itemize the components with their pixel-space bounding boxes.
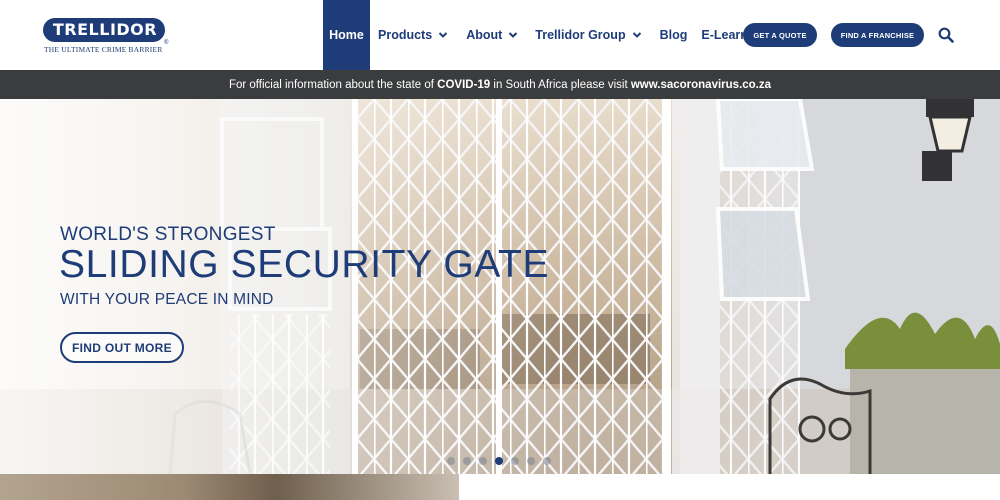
potted-plant [845, 312, 1000, 474]
hero-slider: WORLD'S STRONGEST SLIDING SECURITY GATE … [0, 99, 1000, 474]
slider-dot[interactable] [463, 457, 471, 465]
covid-info-link[interactable]: www.sacoronavirus.co.za [631, 79, 771, 91]
slider-dot[interactable] [511, 457, 519, 465]
slider-dot[interactable] [495, 457, 503, 465]
site-header: TRELLIDOR ® THE ULTIMATE CRIME BARRIER H… [0, 0, 1000, 70]
main-nav: Home Products About Trellidor Group Blog… [323, 0, 767, 70]
find-a-franchise-button[interactable]: FIND A FRANCHISE [831, 23, 924, 47]
nav-item-label: Home [329, 28, 364, 42]
chevron-down-icon [509, 32, 518, 38]
nav-item-home[interactable]: Home [323, 0, 370, 70]
slider-dot[interactable] [447, 457, 455, 465]
slider-dot[interactable] [479, 457, 487, 465]
nav-item-blog[interactable]: Blog [660, 0, 688, 70]
chevron-down-icon [438, 32, 448, 38]
nav-item-products[interactable]: Products [378, 0, 448, 70]
hero-subtitle: WITH YOUR PEACE IN MIND [60, 291, 274, 308]
logo-wordmark: TRELLIDOR [52, 20, 158, 39]
search-icon[interactable] [938, 27, 954, 43]
hero-title: SLIDING SECURITY GATE [59, 243, 550, 286]
covid-notice-prefix: For official information about the state… [228, 78, 438, 91]
nav-item-trellidor-group[interactable]: Trellidor Group [535, 0, 641, 70]
logo-tagline: THE ULTIMATE CRIME BARRIER [44, 45, 163, 54]
nav-item-label: Blog [659, 28, 688, 42]
find-out-more-button[interactable]: FIND OUT MORE [60, 332, 184, 363]
nav-item-label: Products [378, 28, 433, 42]
slider-pagination [447, 457, 551, 465]
get-a-quote-button[interactable]: GET A QUOTE [743, 23, 817, 47]
feature-image-tile [0, 474, 459, 500]
nav-item-label: Trellidor Group [535, 28, 626, 42]
chevron-down-icon [632, 32, 641, 38]
slider-dot[interactable] [527, 457, 535, 465]
covid-notice-highlight: COVID-19 [437, 78, 491, 91]
covid-notice-bar: For official information about the state… [0, 70, 1000, 99]
nav-item-about[interactable]: About [466, 0, 518, 70]
logo-registered-mark: ® [164, 40, 169, 46]
trellidor-logo[interactable]: TRELLIDOR ® THE ULTIMATE CRIME BARRIER [43, 18, 171, 56]
feature-content-panel [459, 474, 1000, 500]
slider-dot[interactable] [543, 457, 551, 465]
nav-item-label: About [466, 28, 503, 42]
covid-notice-middle: in South Africa please visit [490, 78, 631, 91]
